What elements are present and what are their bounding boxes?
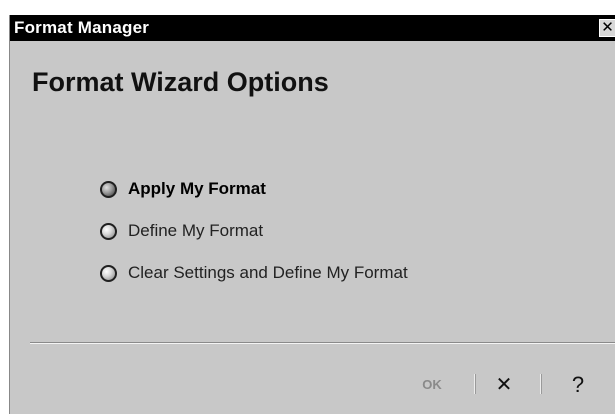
radio-option-label: Clear Settings and Define My Format <box>128 263 408 282</box>
radio-option-label: Apply My Format <box>128 179 266 198</box>
close-icon[interactable]: ✕ <box>599 19 615 37</box>
radio-option-apply-my-format[interactable]: Apply My Format <box>100 168 408 210</box>
divider <box>30 342 615 344</box>
radio-option-label: Define My Format <box>128 221 264 240</box>
title-bar[interactable]: Format Manager ✕ <box>10 15 615 41</box>
radio-option-clear-settings[interactable]: Clear Settings and Define My Format <box>100 252 408 294</box>
format-manager-dialog: Format Manager ✕ Format Wizard Options A… <box>9 15 615 414</box>
help-button[interactable]: ? <box>566 373 590 397</box>
window-title: Format Manager <box>14 18 150 37</box>
cancel-button[interactable]: ✕ <box>492 373 516 397</box>
button-separator <box>474 374 476 394</box>
radio-button-icon[interactable] <box>100 222 117 240</box>
radio-option-define-my-format[interactable]: Define My Format <box>100 210 408 252</box>
button-separator <box>540 374 542 394</box>
radio-button-selected-icon[interactable] <box>100 180 117 198</box>
radio-button-icon[interactable] <box>100 264 117 282</box>
ok-button[interactable]: OK <box>415 373 449 397</box>
format-options-radio-group: Apply My Format Define My Format Clear S… <box>100 168 408 294</box>
page-title: Format Wizard Options <box>32 67 329 97</box>
